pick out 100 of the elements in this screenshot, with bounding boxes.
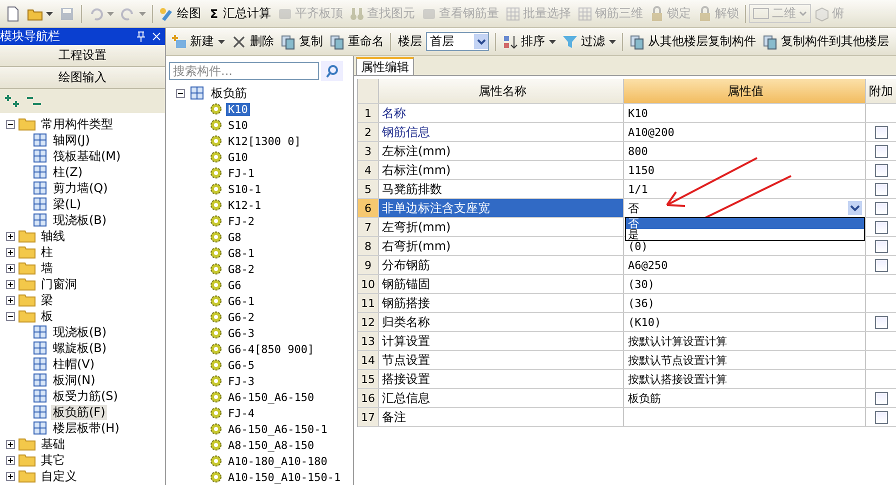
dropdown-option[interactable]: 否 <box>626 218 864 229</box>
component-item[interactable]: K12-1 <box>226 198 264 212</box>
checkbox[interactable] <box>874 182 888 196</box>
search-button[interactable] <box>321 60 343 80</box>
component-item[interactable]: FJ-4 <box>226 406 256 420</box>
tree-item[interactable]: 现浇板(B) <box>51 324 109 340</box>
component-item[interactable]: FJ-2 <box>226 214 256 228</box>
expander-icon[interactable] <box>6 248 15 256</box>
toolbar-button[interactable]: 从其他楼层复制构件 <box>626 30 759 52</box>
tree-item[interactable]: 轴网(J) <box>51 132 92 148</box>
component-item[interactable]: A6-150_A6-150-1 <box>226 422 330 436</box>
floor-select[interactable]: 首层 <box>426 32 489 51</box>
tree-item[interactable]: 板 <box>39 308 55 324</box>
checkbox[interactable] <box>874 164 888 176</box>
tree-item[interactable]: 板负筋(F) <box>51 404 108 420</box>
tree-item[interactable]: 板负筋 <box>209 86 249 100</box>
tab[interactable]: 属性编辑 <box>356 57 414 75</box>
toolbar-button[interactable]: Σ 汇总计算 <box>204 2 274 24</box>
expander-icon[interactable] <box>176 88 185 98</box>
dropdown-option[interactable]: 是 <box>626 229 864 240</box>
checkbox[interactable] <box>874 316 888 328</box>
pin-icon[interactable] <box>136 31 146 42</box>
tree-item[interactable]: 自定义 <box>39 468 79 484</box>
expander-icon[interactable] <box>6 312 15 320</box>
component-item[interactable]: K12[1300 0] <box>226 134 303 148</box>
checkbox[interactable] <box>874 144 888 158</box>
component-item[interactable]: G6-2 <box>226 310 256 324</box>
checkbox[interactable] <box>874 202 888 214</box>
expander-icon[interactable] <box>6 120 15 128</box>
tree-item[interactable]: 筏板基础(M) <box>51 148 123 164</box>
component-item[interactable]: FJ-3 <box>226 374 256 388</box>
tree-item[interactable]: 现浇板(B) <box>51 212 109 228</box>
property-value[interactable]: 800 <box>626 144 650 158</box>
tree-item[interactable]: 柱 <box>39 244 55 260</box>
property-value[interactable]: 按默认节点设置计算 <box>626 352 729 368</box>
expander-icon[interactable] <box>6 264 15 272</box>
tree-item[interactable]: 板受力筋(S) <box>51 388 120 404</box>
expander-icon[interactable] <box>6 472 15 480</box>
dropdown-button[interactable] <box>848 201 862 215</box>
component-item[interactable]: G6-5 <box>226 358 256 372</box>
component-item[interactable]: G8-1 <box>226 246 256 260</box>
component-item[interactable]: G8 <box>226 230 244 244</box>
tree-item[interactable]: 其它 <box>39 452 67 468</box>
toolbar-button[interactable]: 排序 <box>499 30 559 52</box>
tree-item[interactable]: 轴线 <box>39 228 67 244</box>
checkbox[interactable] <box>874 240 888 252</box>
tree-item[interactable]: 楼层板带(H) <box>51 420 122 436</box>
component-item[interactable]: FJ-1 <box>226 166 256 180</box>
component-item[interactable]: A6-150_A6-150 <box>226 390 316 404</box>
property-value[interactable]: (36) <box>626 296 656 310</box>
expander-icon[interactable] <box>6 296 15 304</box>
component-item[interactable]: S10-1 <box>226 182 264 196</box>
component-item[interactable]: S10 <box>226 118 250 132</box>
toolbar-button[interactable]: 复制构件到其他楼层 <box>759 30 892 52</box>
component-item[interactable]: A10-150_A10-150-1 <box>226 470 343 484</box>
checkbox[interactable] <box>874 258 888 272</box>
property-value[interactable]: A6@250 <box>626 258 670 272</box>
property-value[interactable]: (0) <box>626 240 650 252</box>
tree-item[interactable]: 常用构件类型 <box>39 116 115 132</box>
toolbar-button[interactable]: 新建 <box>168 30 228 52</box>
tree-item[interactable]: 梁 <box>39 292 55 308</box>
expander-icon[interactable] <box>6 440 15 448</box>
property-value[interactable]: 1/1 <box>626 182 650 196</box>
checkbox[interactable] <box>874 126 888 138</box>
property-value[interactable]: 按默认搭接设置计算 <box>626 372 729 386</box>
property-value[interactable]: (30) <box>626 278 656 290</box>
tree-item[interactable]: 门窗洞 <box>39 276 79 292</box>
checkbox[interactable] <box>874 410 888 424</box>
component-item[interactable]: G10 <box>226 150 250 164</box>
toolbar-button[interactable]: 重命名 <box>326 30 387 52</box>
property-value[interactable]: A10@200 <box>626 126 676 138</box>
empty-cell[interactable] <box>624 408 866 427</box>
property-value[interactable]: 否 <box>626 200 641 216</box>
tree-item[interactable]: 螺旋板(B) <box>51 340 109 356</box>
component-item[interactable]: G6-1 <box>226 294 256 308</box>
search-field[interactable]: 搜索构件... <box>169 62 319 80</box>
collapse-all-icon[interactable] <box>26 94 42 108</box>
tree-item[interactable]: 梁(L) <box>51 196 84 212</box>
component-item[interactable]: G6-4[850 900] <box>226 342 316 356</box>
checkbox[interactable] <box>874 392 888 404</box>
expander-icon[interactable] <box>6 456 15 464</box>
checkbox[interactable] <box>874 220 888 234</box>
section-button[interactable]: 绘图输入 <box>0 67 165 89</box>
tree-item[interactable]: 墙 <box>39 260 55 276</box>
tree-item[interactable]: 剪力墙(Q) <box>51 180 110 196</box>
tree-item[interactable]: 板洞(N) <box>51 372 98 388</box>
component-item[interactable]: K10 <box>226 102 250 116</box>
component-item[interactable]: G6-3 <box>226 326 256 340</box>
expand-all-icon[interactable] <box>4 94 22 108</box>
tree-item[interactable]: 柱帽(V) <box>51 356 97 372</box>
property-value[interactable]: (K10) <box>626 316 664 328</box>
expander-icon[interactable] <box>6 280 15 288</box>
component-item[interactable]: A10-180_A10-180 <box>226 454 330 468</box>
expander-icon[interactable] <box>6 232 15 240</box>
toolbar-button[interactable]: 过滤 <box>559 30 619 52</box>
close-icon[interactable] <box>152 32 161 41</box>
component-item[interactable]: A8-150_A8-150 <box>226 438 316 452</box>
toolbar-button[interactable]: 绘图 <box>156 2 204 24</box>
property-value[interactable]: K10 <box>626 106 650 120</box>
tree-item[interactable]: 基础 <box>39 436 67 452</box>
